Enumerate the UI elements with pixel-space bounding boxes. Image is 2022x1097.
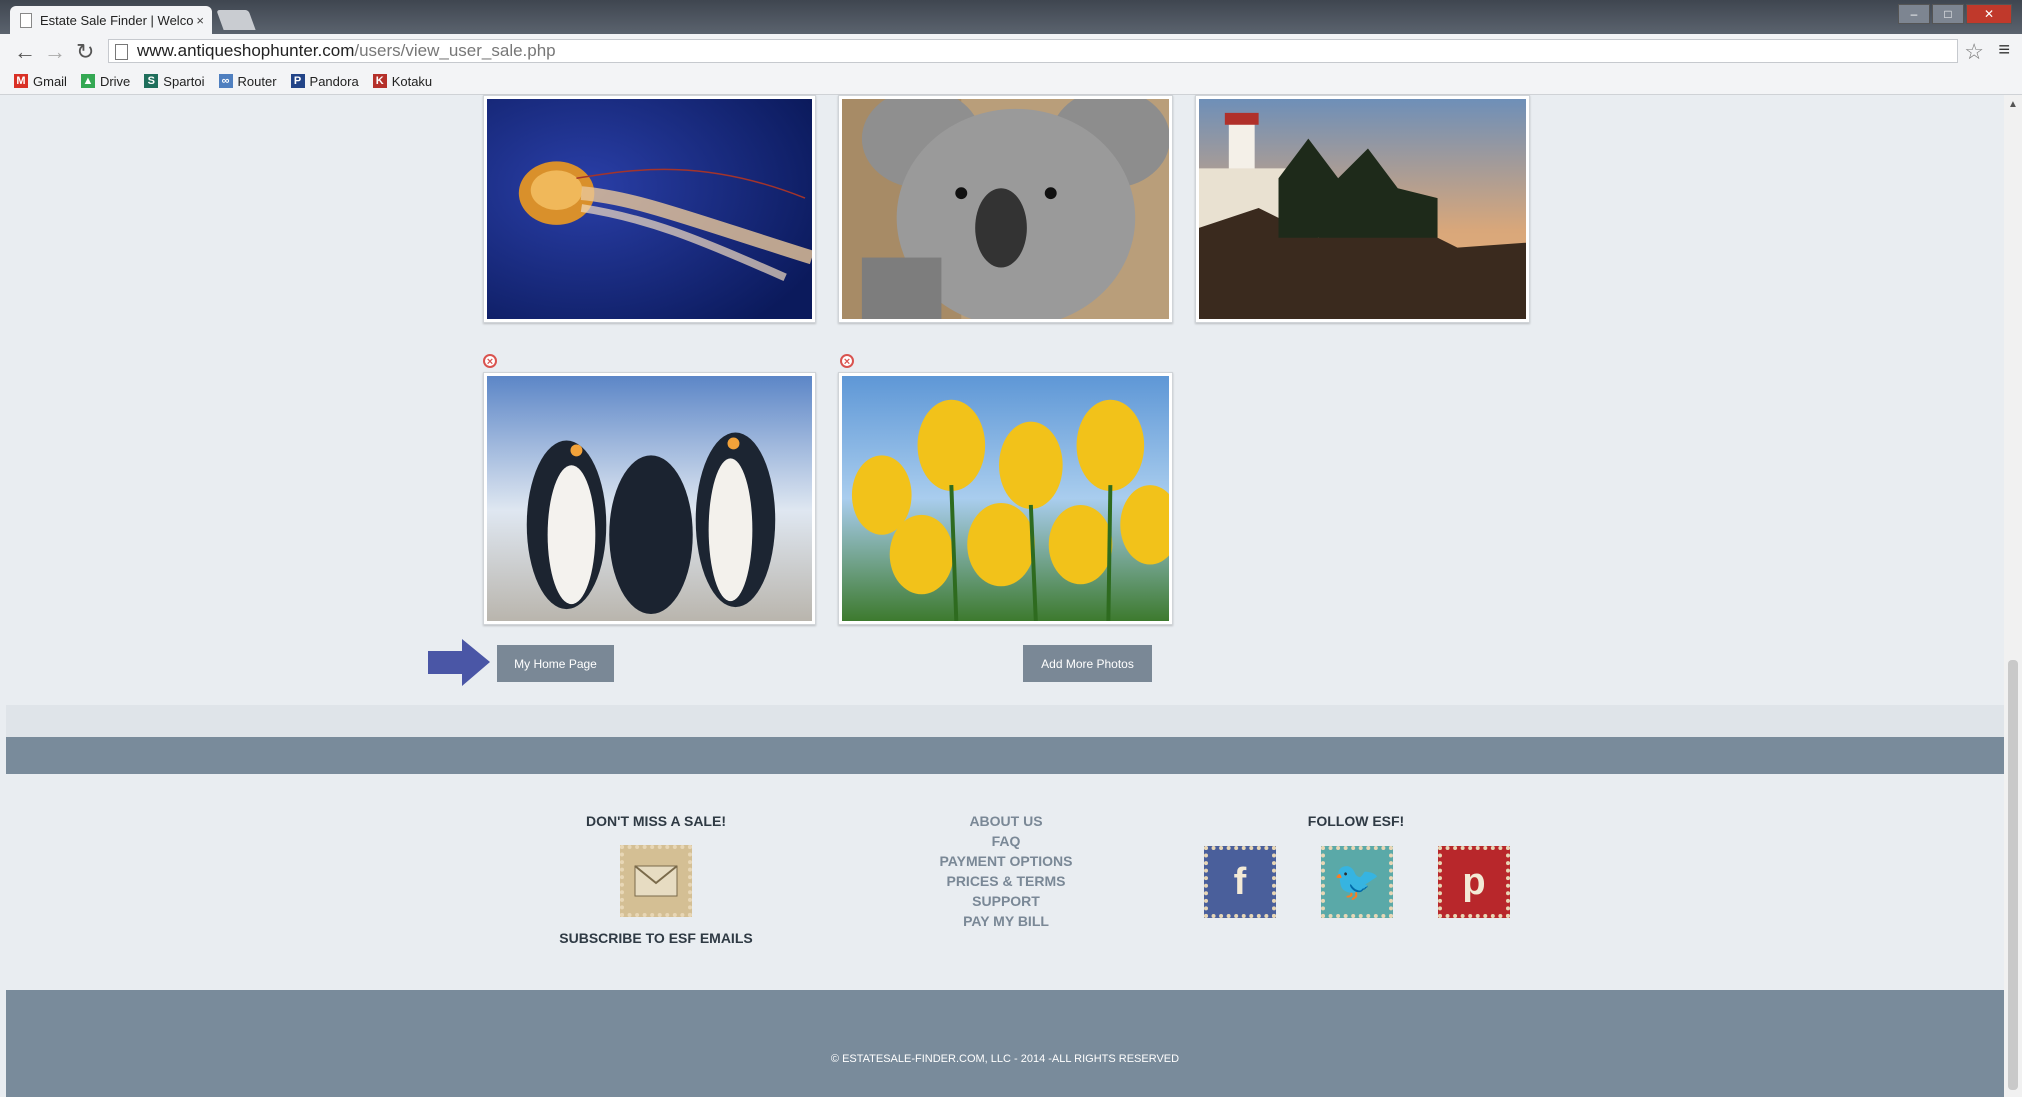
footer-divider xyxy=(6,705,2004,737)
url-host: www.antiqueshophunter.com xyxy=(137,41,355,60)
delete-photo-penguins-icon[interactable]: × xyxy=(483,354,497,368)
reload-icon[interactable]: ↻ xyxy=(76,39,94,65)
close-window-icon[interactable]: ✕ xyxy=(1966,4,2012,24)
my-home-page-button[interactable]: My Home Page xyxy=(497,645,614,682)
browser-tab[interactable]: Estate Sale Finder | Welco × xyxy=(10,6,212,34)
photo-tulips[interactable] xyxy=(838,372,1180,625)
page-icon xyxy=(115,44,128,60)
browser-toolbar: ← → ↻ www.antiqueshophunter.com/users/vi… xyxy=(0,34,2022,69)
menu-icon[interactable]: ≡ xyxy=(1998,39,2010,62)
delete-photo-tulips-icon[interactable]: × xyxy=(840,354,854,368)
new-tab-button[interactable] xyxy=(216,10,256,30)
bookmark-label: Router xyxy=(237,73,277,89)
footer-link-about-us[interactable]: ABOUT US xyxy=(886,813,1126,829)
penguins-image xyxy=(487,376,812,621)
url-path: /users/view_user_sale.php xyxy=(354,41,556,60)
tab-title: Estate Sale Finder | Welco xyxy=(40,12,194,28)
bookmark-label: Gmail xyxy=(33,73,67,89)
pandora-icon: P xyxy=(290,74,305,88)
newsletter-title: DON'T MISS A SALE! xyxy=(586,813,726,829)
twitter-icon[interactable]: 🐦 xyxy=(1321,846,1393,918)
window-controls: – □ ✕ xyxy=(1896,4,2012,24)
bookmark-kotaku[interactable]: K Kotaku xyxy=(372,73,433,89)
pinterest-icon[interactable]: p xyxy=(1438,846,1510,918)
spartoi-icon: S xyxy=(144,74,159,88)
bookmark-label: Kotaku xyxy=(391,73,433,89)
bookmark-label: Pandora xyxy=(309,73,359,89)
footer-link-prices-terms[interactable]: PRICES & TERMS xyxy=(886,873,1126,889)
lighthouse-image xyxy=(1199,99,1526,319)
drive-icon: ▲ xyxy=(80,74,95,88)
bookmark-label: Spartoi xyxy=(163,73,205,89)
tulips-image xyxy=(842,376,1180,622)
bookmark-gmail[interactable]: M Gmail xyxy=(14,74,67,89)
photo-penguins[interactable] xyxy=(483,372,816,625)
minimize-icon[interactable]: – xyxy=(1898,4,1930,24)
photo-koala[interactable] xyxy=(838,89,1173,327)
subscribe-link[interactable]: SUBSCRIBE TO ESF EMAILS xyxy=(536,930,776,946)
photo-lighthouse[interactable] xyxy=(1195,95,1530,323)
facebook-icon[interactable]: f xyxy=(1204,846,1276,918)
bookmark-drive[interactable]: ▲ Drive xyxy=(80,73,131,89)
forward-icon[interactable]: → xyxy=(44,39,66,65)
footer-link-support[interactable]: SUPPORT xyxy=(886,893,1126,909)
gmail-icon: M xyxy=(14,74,28,88)
pointer-arrow-icon xyxy=(428,639,490,686)
jellyfish-image xyxy=(487,99,815,319)
scrollbar-thumb[interactable] xyxy=(2008,660,2018,1090)
follow-title: FOLLOW ESF! xyxy=(1307,813,1405,829)
tab-close-icon[interactable]: × xyxy=(196,13,204,28)
photo-jellyfish[interactable] xyxy=(483,95,816,323)
page-scrollbar[interactable]: ▲ xyxy=(2004,95,2022,1097)
add-more-photos-button[interactable]: Add More Photos xyxy=(1023,645,1152,682)
router-icon: ∞ xyxy=(218,74,233,88)
bookmark-star-icon[interactable]: ☆ xyxy=(1964,39,1984,65)
footer-link-payment-options[interactable]: PAYMENT OPTIONS xyxy=(886,853,1126,869)
copyright-text: © ESTATESALE-FINDER.COM, LLC - 2014 -ALL… xyxy=(830,1053,1180,1065)
bookmark-label: Drive xyxy=(99,73,131,89)
email-stamp-icon[interactable] xyxy=(620,845,692,917)
kotaku-icon: K xyxy=(372,74,387,88)
address-bar[interactable]: www.antiqueshophunter.com/users/view_use… xyxy=(108,39,1958,63)
footer-band xyxy=(6,737,2004,774)
maximize-icon[interactable]: □ xyxy=(1932,4,1964,24)
scroll-up-icon[interactable]: ▲ xyxy=(2008,99,2018,110)
browser-titlebar: Estate Sale Finder | Welco × – □ ✕ xyxy=(0,0,2022,34)
bookmark-spartoi[interactable]: S Spartoi xyxy=(144,73,205,89)
koala-image xyxy=(842,89,1170,327)
footer-link-faq[interactable]: FAQ xyxy=(886,833,1126,849)
page-icon xyxy=(20,12,32,28)
footer-link-pay-my-bill[interactable]: PAY MY BILL xyxy=(886,913,1126,929)
footer-bottom xyxy=(6,990,2004,1097)
back-icon[interactable]: ← xyxy=(14,39,36,65)
bookmarks-bar: M Gmail ▲ Drive S Spartoi ∞ Router P Pandora K Kota… xyxy=(0,68,2022,95)
bookmark-router[interactable]: ∞ Router xyxy=(218,73,277,89)
bookmark-pandora[interactable]: P Pandora xyxy=(290,73,359,89)
